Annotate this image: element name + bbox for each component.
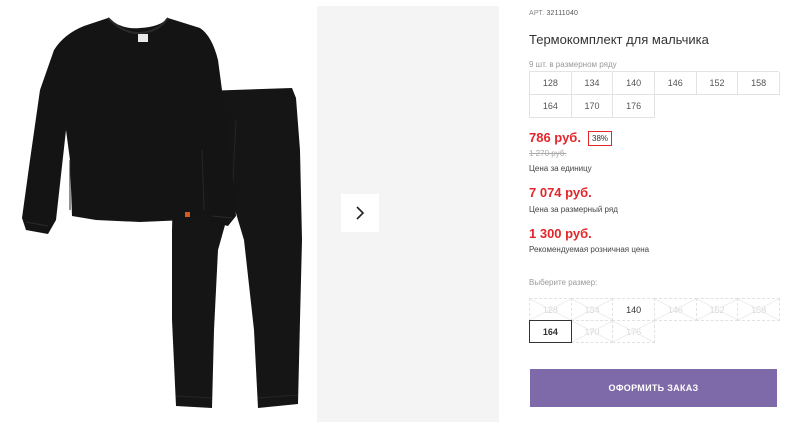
recommended-retail-price: 1 300 руб. xyxy=(529,226,592,241)
size-option: 146 xyxy=(653,298,697,321)
size-range-note: 9 шт. в размерном ряду xyxy=(529,60,617,69)
unavailable-cross-icon xyxy=(571,321,613,342)
article-label: АРТ. xyxy=(529,10,545,17)
thermal-set-image xyxy=(22,17,302,408)
product-gallery xyxy=(0,0,510,426)
article-number: АРТ. 32111040 xyxy=(529,10,578,17)
product-photo-main[interactable] xyxy=(0,0,317,426)
size-range-item: 164 xyxy=(530,95,572,118)
size-option: 128 xyxy=(529,298,572,321)
size-option-label: 164 xyxy=(542,326,558,337)
size-option: 134 xyxy=(570,298,614,321)
size-row-price: 7 074 руб. xyxy=(529,185,592,200)
size-option[interactable]: 140 xyxy=(612,298,655,321)
size-selector: 128 134 140 146 152 158 164 170 xyxy=(529,298,780,343)
product-title: Термокомплект для мальчика xyxy=(529,32,709,47)
size-range-item: 134 xyxy=(571,72,614,95)
size-range-item: 140 xyxy=(613,72,655,95)
unavailable-cross-icon xyxy=(613,321,654,342)
article-value: 32111040 xyxy=(546,10,579,17)
discount-badge: 38% xyxy=(588,131,613,146)
unavailable-cross-icon xyxy=(530,299,571,320)
size-range-item: 158 xyxy=(738,72,780,95)
size-option: 158 xyxy=(737,298,780,321)
size-option: 176 xyxy=(612,320,655,343)
size-range-item: 128 xyxy=(530,72,572,95)
recommended-retail-price-label: Рекомендуемая розничная цена xyxy=(529,245,650,254)
chevron-right-icon xyxy=(356,206,365,220)
size-option-selected[interactable]: 164 xyxy=(529,320,572,343)
unavailable-cross-icon xyxy=(654,299,696,320)
size-range-item: 170 xyxy=(571,95,614,118)
product-info: АРТ. 32111040 Термокомплект для мальчика… xyxy=(529,0,780,426)
place-order-button[interactable]: ОФОРМИТЬ ЗАКАЗ xyxy=(530,369,777,407)
size-range-item: 152 xyxy=(696,72,739,95)
size-option: 152 xyxy=(695,298,739,321)
unavailable-cross-icon xyxy=(696,299,738,320)
unavailable-cross-icon xyxy=(571,299,613,320)
choose-size-label: Выберите размер: xyxy=(529,278,598,287)
size-range-item: 176 xyxy=(613,95,655,118)
size-option-label: 140 xyxy=(626,304,642,315)
size-range-item: 146 xyxy=(654,72,697,95)
gallery-next-button[interactable] xyxy=(341,194,379,232)
size-row-price-label: Цена за размерный ряд xyxy=(529,205,618,214)
size-range-grid: 128 134 140 146 152 158 164 170 176 xyxy=(529,71,780,118)
unit-price-label: Цена за единицу xyxy=(529,164,592,173)
unit-price: 786 руб. xyxy=(529,130,581,145)
old-price: 1 270 руб. xyxy=(529,149,567,158)
size-option: 170 xyxy=(570,320,614,343)
unavailable-cross-icon xyxy=(738,299,779,320)
